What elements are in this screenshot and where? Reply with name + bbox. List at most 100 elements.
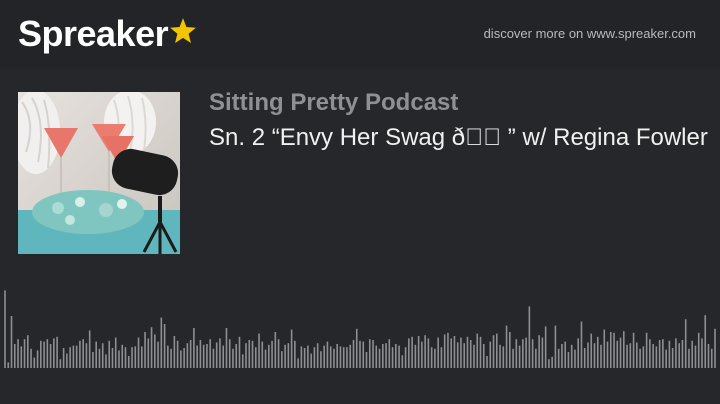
waveform-bar [245,343,247,368]
waveform-bar [75,345,78,368]
waveform-bar [495,333,498,368]
waveform-bar [222,345,225,368]
waveform-bar [235,344,238,368]
waveform-bar [170,348,172,368]
waveform-bar [303,348,306,368]
waveform-bar [46,339,49,368]
waveform-bar [127,356,130,368]
waveform-bar [623,331,625,368]
waveform-bar [82,339,84,368]
waveform-bar [114,337,117,368]
waveform-bar [53,338,55,368]
waveform-bar [264,349,267,368]
discover-more-link[interactable]: discover more on www.spreaker.com [484,26,696,42]
waveform-bar [346,347,348,368]
waveform-bar [587,342,589,368]
waveform-bar [362,341,365,368]
episode-meta: Sitting Pretty Podcast Sn. 2 “Envy Her S… [209,88,709,154]
waveform-bar [639,348,641,368]
waveform-bar [596,336,599,368]
waveform-bar [316,343,319,368]
waveform-bar [258,333,260,368]
waveform-bar [502,346,505,368]
waveform-bar [714,328,716,368]
waveform-bar [10,316,13,368]
waveform-bar [443,334,446,368]
waveform-bar [421,341,423,368]
waveform-bar [408,338,410,368]
waveform-bar [79,340,81,368]
waveform-bar [359,340,361,368]
spreaker-logo[interactable]: Spreaker [18,12,197,56]
waveform-bar [561,344,563,368]
waveform-bar [183,348,185,368]
waveform-bar [105,354,107,368]
waveform-bar [43,341,45,368]
waveform-bar [365,352,368,368]
waveform-bar [701,338,703,368]
waveform-bar [4,290,6,368]
waveform-bar [137,337,140,368]
waveform-bar [326,341,329,368]
waveform-bar [636,342,638,368]
waveform-bar [583,348,586,368]
waveform-bar [277,339,280,368]
waveform-bar [600,344,602,368]
waveform-bar [668,340,671,368]
waveform-bar [684,319,687,368]
waveform-bar [40,340,42,368]
waveform-bar [538,335,540,368]
waveform-bar [642,346,645,368]
waveform-bar [577,338,580,368]
waveform-bar [36,350,39,368]
audio-waveform[interactable] [0,280,720,404]
episode-title[interactable]: Sn. 2 “Envy Her Swag ð   ” w/ Regina Fow… [209,122,709,154]
waveform-bar [320,351,322,368]
waveform-bar [427,338,430,368]
waveform-bar [570,344,573,368]
waveform-bar [551,356,553,368]
waveform-bar [206,344,208,368]
waveform-bar [655,346,658,368]
waveform-bar [62,348,65,368]
waveform-bar [193,328,195,368]
waveform-bar [645,332,648,368]
waveform-bar [225,328,228,368]
waveform-bar [274,332,277,368]
waveform-bar [613,332,615,368]
waveform-bar [7,362,10,368]
waveform-bar [590,333,593,368]
waveform-bar [248,340,251,368]
waveform-bar [548,359,550,368]
waveform-bar [17,339,19,368]
waveform-bar [342,347,345,368]
waveform-bar [150,327,153,368]
waveform-bar [121,344,124,368]
waveform-bar [450,338,452,368]
waveform-bar [463,343,466,368]
waveform-bar [564,341,566,368]
waveform-bar [313,347,316,368]
waveform-bar [492,335,495,368]
waveform-bar [69,347,71,368]
waveform-bar [228,339,231,368]
waveform-bar [92,352,94,368]
waveform-bar [95,341,97,368]
waveform-bar [352,340,355,368]
waveform-bar [98,348,101,368]
waveform-bar [704,315,707,368]
waveform-bar [111,348,114,368]
waveform-bar [626,344,628,368]
waveform-bar [619,337,622,368]
waveform-bar [505,325,508,368]
waveform-bar [499,344,501,368]
podcast-title[interactable]: Sitting Pretty Podcast [209,88,709,118]
waveform-bar [512,348,514,368]
waveform-bar [241,354,244,368]
waveform-bar [671,348,674,368]
waveform-bar [694,345,697,368]
waveform-bar [294,340,296,368]
waveform-bar [209,339,211,368]
waveform-bar [186,343,189,368]
waveform-bar [199,340,202,368]
